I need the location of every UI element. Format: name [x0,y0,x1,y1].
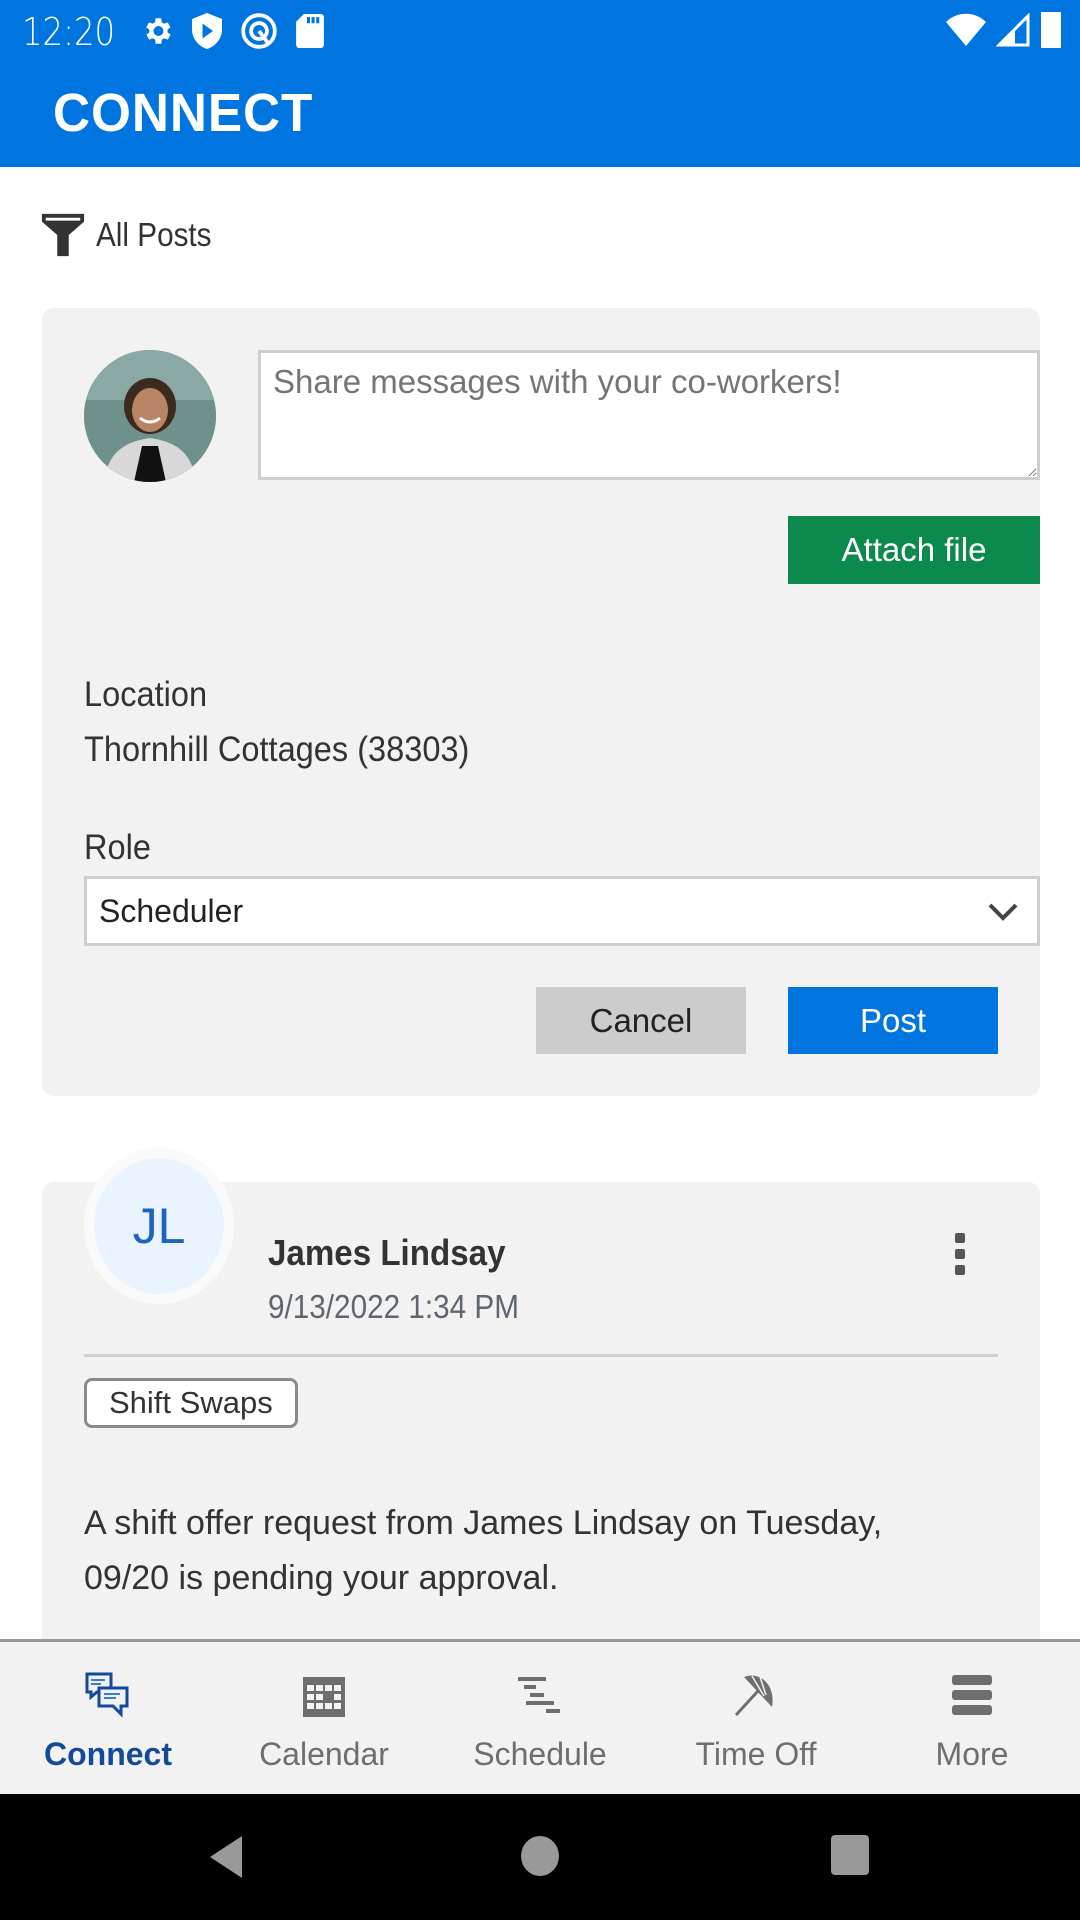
role-selected-value: Scheduler [99,892,244,929]
filter-icon [41,213,85,257]
app-bar: 12:20 CONNECT [0,0,1080,167]
post-composer: Attach file Location Thornhill Cottages … [42,308,1040,1096]
back-icon[interactable] [206,1834,246,1885]
status-bar: 12:20 [0,0,1080,64]
nav-label: More [935,1736,1009,1772]
home-icon[interactable] [520,1834,560,1883]
post-timestamp: 9/13/2022 1:34 PM [268,1288,519,1325]
battery-icon [1040,12,1062,48]
page-title: CONNECT [53,83,314,143]
post-card: JL James Lindsay 9/13/2022 1:34 PM Shift… [42,1148,1040,1642]
wifi-icon [946,13,986,47]
nav-label: Time Off [695,1736,817,1772]
shield-play-icon [192,13,222,49]
attach-file-button[interactable]: Attach file [788,516,1040,584]
location-value: Thornhill Cottages (38303) [84,730,470,769]
vpn-icon [240,12,278,50]
system-nav-bar [0,1794,1080,1920]
post-body: A shift offer request from James Lindsay… [84,1504,883,1597]
filter-label: All Posts [96,216,212,253]
more-options-icon[interactable] [940,1224,980,1284]
calendar-icon [302,1670,346,1720]
nav-calendar[interactable]: Calendar [216,1642,432,1794]
role-label: Role [84,828,151,867]
chevron-down-icon [988,903,1018,921]
nav-schedule[interactable]: Schedule [432,1642,648,1794]
role-select[interactable]: Scheduler [84,876,1040,946]
sd-card-icon [296,14,324,48]
nav-label: Calendar [259,1736,389,1772]
cancel-button[interactable]: Cancel [536,987,746,1054]
post-divider [84,1354,998,1357]
schedule-icon [518,1670,562,1720]
nav-connect[interactable]: Connect [0,1642,216,1794]
post-author: James Lindsay [268,1232,506,1273]
post-button[interactable]: Post [788,987,998,1054]
nav-time-off[interactable]: Time Off [648,1642,864,1794]
message-input[interactable] [258,350,1040,480]
bottom-nav: Connect Calendar Schedule Time Off More [0,1639,1080,1794]
location-label: Location [84,675,208,714]
post-tag[interactable]: Shift Swaps [84,1378,298,1428]
recents-icon[interactable] [830,1834,870,1881]
nav-label: Connect [44,1736,172,1772]
cell-signal-icon [996,13,1030,47]
settings-icon [140,14,174,48]
chat-bubbles-icon [85,1670,131,1720]
status-time: 12:20 [22,10,116,54]
nav-more[interactable]: More [864,1642,1080,1794]
user-avatar [84,350,216,482]
umbrella-icon [734,1670,778,1720]
all-posts-filter[interactable]: All Posts [40,212,224,258]
nav-label: Schedule [473,1736,607,1772]
menu-icon [950,1670,994,1720]
author-avatar: JL [84,1148,234,1304]
